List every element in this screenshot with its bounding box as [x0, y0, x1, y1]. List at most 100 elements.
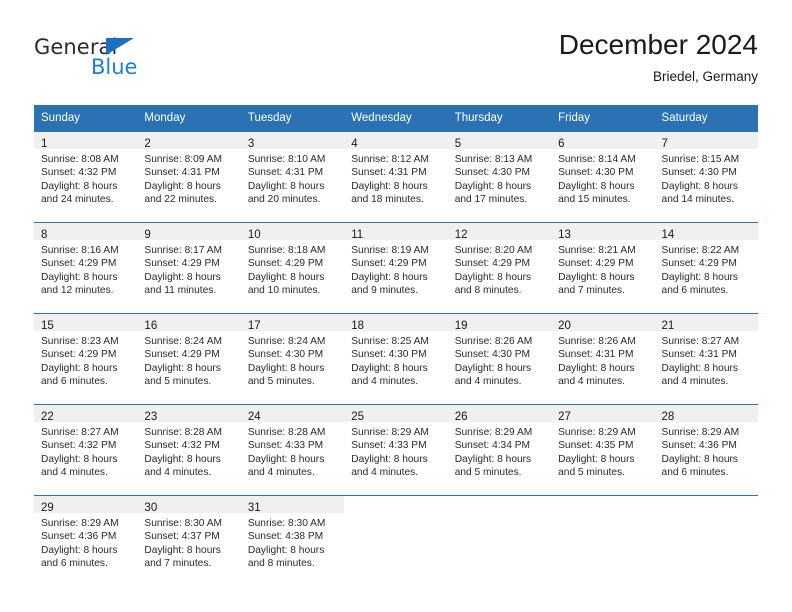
calendar-day-cell[interactable]: 7 Sunrise: 8:15 AM Sunset: 4:30 PM Daylight…	[654, 132, 758, 223]
day-detail-lines: Sunrise: 8:24 AM Sunset: 4:30 PM Daylight:…	[241, 331, 344, 389]
day-number: 30	[144, 502, 158, 514]
day-cell-inner: 13 Sunrise: 8:21 AM Sunset: 4:29 PM Dayligh…	[551, 223, 655, 313]
calendar-day-cell[interactable]: 22 Sunrise: 8:27 AM Sunset: 4:32 PM Dayligh…	[34, 404, 138, 496]
calendar-day-cell[interactable]: 31 Sunrise: 8:30 AM Sunset: 4:38 PM Dayligh…	[240, 495, 345, 586]
calendar-day-cell[interactable]: 14 Sunrise: 8:22 AM Sunset: 4:29 PM Dayligh…	[654, 222, 758, 314]
calendar-day-cell[interactable]: 1 Sunrise: 8:08 AM Sunset: 4:32 PM Daylight…	[34, 132, 138, 223]
sunrise-line: Sunrise: 8:30 AM	[144, 518, 223, 529]
calendar-day-cell[interactable]: 16 Sunrise: 8:24 AM Sunset: 4:29 PM Dayligh…	[137, 313, 241, 405]
day-cell-inner: 31 Sunrise: 8:30 AM Sunset: 4:38 PM Dayligh…	[240, 496, 345, 586]
day-number-band: 20	[551, 314, 655, 332]
day-number-band: 23	[137, 405, 241, 423]
calendar-day-cell[interactable]: 26 Sunrise: 8:29 AM Sunset: 4:34 PM Dayligh…	[447, 404, 552, 496]
day-cell-inner: 15 Sunrise: 8:23 AM Sunset: 4:29 PM Dayligh…	[34, 314, 138, 404]
day-number-band: 13	[551, 223, 655, 241]
calendar-day-cell[interactable]: 13 Sunrise: 8:21 AM Sunset: 4:29 PM Dayligh…	[551, 222, 655, 314]
calendar-day-cell[interactable]: 25 Sunrise: 8:29 AM Sunset: 4:33 PM Dayligh…	[344, 404, 448, 496]
calendar-day-cell[interactable]: 18 Sunrise: 8:25 AM Sunset: 4:30 PM Dayligh…	[344, 313, 448, 405]
calendar-day-cell[interactable]: 24 Sunrise: 8:28 AM Sunset: 4:33 PM Dayligh…	[240, 404, 345, 496]
daylight-line-1: Daylight: 8 hours	[351, 271, 428, 283]
title-block: December 2024 Briedel, Germany	[559, 28, 758, 86]
day-number: 2	[144, 138, 151, 150]
day-detail-lines	[448, 513, 551, 517]
day-number-band: 2	[137, 132, 241, 150]
calendar-day-cell[interactable]: 17 Sunrise: 8:24 AM Sunset: 4:30 PM Dayligh…	[240, 313, 345, 405]
day-number-band: 9	[137, 223, 241, 241]
day-number-band	[344, 496, 447, 513]
daylight-line-1: Daylight: 8 hours	[247, 362, 325, 374]
daylight-line-1: Daylight: 8 hours	[661, 180, 738, 192]
sunrise-line: Sunrise: 8:28 AM	[247, 427, 326, 438]
day-number: 4	[351, 138, 358, 150]
day-cell-inner: 26 Sunrise: 8:29 AM Sunset: 4:34 PM Dayligh…	[447, 405, 552, 495]
day-detail-lines: Sunrise: 8:15 AM Sunset: 4:30 PM Daylight:…	[655, 149, 758, 207]
daylight-line-1: Daylight: 8 hours	[454, 271, 532, 283]
calendar-day-cell[interactable]: 21 Sunrise: 8:27 AM Sunset: 4:31 PM Dayligh…	[654, 313, 758, 405]
daylight-line-2: and 4 minutes.	[144, 467, 212, 479]
calendar-day-cell[interactable]: 5 Sunrise: 8:13 AM Sunset: 4:30 PM Daylight…	[447, 132, 552, 223]
general-blue-logo[interactable]: General Blue	[34, 35, 214, 85]
sunrise-line: Sunrise: 8:08 AM	[41, 154, 119, 165]
sunset-line: Sunset: 4:29 PM	[144, 258, 220, 270]
day-detail-lines: Sunrise: 8:21 AM Sunset: 4:29 PM Daylight:…	[551, 240, 654, 298]
daylight-line-2: and 22 minutes.	[144, 194, 217, 206]
day-detail-lines: Sunrise: 8:23 AM Sunset: 4:29 PM Daylight:…	[34, 331, 137, 389]
calendar-day-cell[interactable]: 2 Sunrise: 8:09 AM Sunset: 4:31 PM Daylight…	[137, 132, 241, 223]
calendar-day-cell[interactable]: 12 Sunrise: 8:20 AM Sunset: 4:29 PM Dayligh…	[447, 222, 552, 314]
weekday-header-row: Sunday Monday Tuesday Wednesday Thursday…	[34, 105, 758, 132]
sunrise-line: Sunrise: 8:24 AM	[144, 336, 223, 347]
day-number-band: 15	[34, 314, 138, 332]
day-cell-inner: 25 Sunrise: 8:29 AM Sunset: 4:33 PM Dayligh…	[344, 405, 448, 495]
sunrise-line: Sunrise: 8:29 AM	[454, 427, 533, 438]
day-detail-lines: Sunrise: 8:12 AM Sunset: 4:31 PM Daylight:…	[344, 149, 447, 207]
sunset-line: Sunset: 4:32 PM	[41, 440, 117, 452]
sunset-line: Sunset: 4:35 PM	[558, 440, 634, 452]
day-number-band: 14	[654, 223, 758, 241]
daylight-line-2: and 14 minutes.	[661, 194, 735, 206]
day-number-band: 6	[551, 132, 655, 150]
day-cell-inner	[448, 496, 551, 586]
sunset-line: Sunset: 4:32 PM	[41, 167, 117, 179]
day-number-band: 26	[447, 405, 552, 423]
calendar-day-cell[interactable]: 29 Sunrise: 8:29 AM Sunset: 4:36 PM Dayligh…	[34, 495, 138, 586]
day-number: 10	[247, 229, 261, 241]
sunset-line: Sunset: 4:34 PM	[454, 440, 531, 452]
sunset-line: Sunset: 4:30 PM	[247, 349, 324, 361]
day-number: 7	[661, 138, 668, 150]
sunrise-line: Sunrise: 8:26 AM	[558, 336, 636, 347]
calendar-day-cell[interactable]: 20 Sunrise: 8:26 AM Sunset: 4:31 PM Dayligh…	[551, 313, 655, 405]
sunset-line: Sunset: 4:31 PM	[351, 167, 427, 179]
day-cell-inner: 4 Sunrise: 8:12 AM Sunset: 4:31 PM Daylight…	[344, 132, 448, 222]
day-cell-inner: 12 Sunrise: 8:20 AM Sunset: 4:29 PM Dayligh…	[447, 223, 552, 313]
calendar-day-cell[interactable]: 6 Sunrise: 8:14 AM Sunset: 4:30 PM Daylight…	[551, 132, 655, 223]
calendar-day-cell[interactable]: 8 Sunrise: 8:16 AM Sunset: 4:29 PM Daylight…	[34, 222, 138, 314]
day-cell-inner: 7 Sunrise: 8:15 AM Sunset: 4:30 PM Daylight…	[654, 132, 758, 222]
daylight-line-1: Daylight: 8 hours	[41, 180, 118, 192]
calendar-day-cell[interactable]: 19 Sunrise: 8:26 AM Sunset: 4:30 PM Dayligh…	[447, 313, 552, 405]
calendar-day-cell[interactable]: 4 Sunrise: 8:12 AM Sunset: 4:31 PM Daylight…	[344, 132, 448, 223]
day-number-band: 21	[654, 314, 758, 332]
page-subtitle-location: Briedel, Germany	[652, 69, 758, 84]
calendar-week-row: 1 Sunrise: 8:08 AM Sunset: 4:32 PM Daylight…	[34, 132, 758, 223]
calendar-day-cell[interactable]: 23 Sunrise: 8:28 AM Sunset: 4:32 PM Dayligh…	[137, 404, 241, 496]
day-number-band: 27	[551, 405, 655, 423]
weekday-header-monday: Monday	[137, 105, 241, 132]
calendar-day-cell[interactable]: 27 Sunrise: 8:29 AM Sunset: 4:35 PM Dayligh…	[551, 404, 655, 496]
calendar-day-cell[interactable]: 28 Sunrise: 8:29 AM Sunset: 4:36 PM Dayligh…	[654, 404, 758, 496]
daylight-line-1: Daylight: 8 hours	[144, 453, 221, 465]
day-number: 9	[144, 229, 151, 241]
calendar-day-cell[interactable]: 9 Sunrise: 8:17 AM Sunset: 4:29 PM Daylight…	[137, 222, 241, 314]
day-detail-lines: Sunrise: 8:10 AM Sunset: 4:31 PM Daylight:…	[241, 149, 344, 207]
sunset-line: Sunset: 4:31 PM	[661, 349, 737, 361]
day-detail-lines: Sunrise: 8:30 AM Sunset: 4:37 PM Daylight:…	[137, 513, 240, 571]
calendar-day-cell[interactable]: 15 Sunrise: 8:23 AM Sunset: 4:29 PM Dayligh…	[34, 313, 138, 405]
calendar-day-cell[interactable]: 3 Sunrise: 8:10 AM Sunset: 4:31 PM Daylight…	[240, 132, 345, 223]
day-detail-lines: Sunrise: 8:17 AM Sunset: 4:29 PM Daylight:…	[137, 240, 240, 298]
daylight-line-1: Daylight: 8 hours	[351, 453, 428, 465]
calendar-day-cell[interactable]: 11 Sunrise: 8:19 AM Sunset: 4:29 PM Dayligh…	[344, 222, 448, 314]
calendar-day-cell[interactable]: 30 Sunrise: 8:30 AM Sunset: 4:37 PM Dayligh…	[137, 495, 241, 586]
calendar-day-cell[interactable]: 10 Sunrise: 8:18 AM Sunset: 4:29 PM Dayligh…	[240, 222, 345, 314]
calendar-table: Sunday Monday Tuesday Wednesday Thursday…	[34, 105, 758, 586]
daylight-line-1: Daylight: 8 hours	[144, 271, 221, 283]
sunrise-line: Sunrise: 8:27 AM	[41, 427, 119, 438]
